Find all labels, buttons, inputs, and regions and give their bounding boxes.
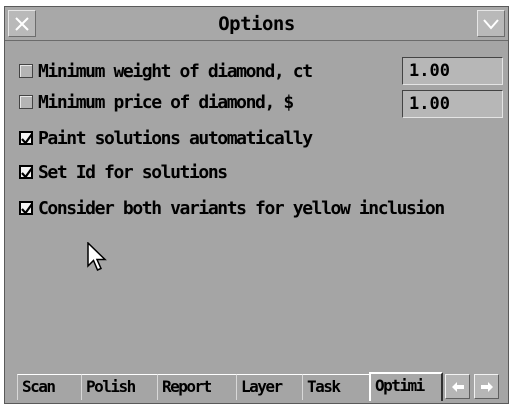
chevron-down-icon xyxy=(483,18,499,30)
tab-polish[interactable]: Polish xyxy=(81,374,158,400)
arrow-left-icon xyxy=(451,381,464,392)
tab-scroll-left-button[interactable] xyxy=(445,374,470,399)
option-paint-solutions[interactable]: Paint solutions automatically xyxy=(19,125,313,151)
checkmark-icon xyxy=(21,167,33,179)
set-id-checkbox[interactable] xyxy=(19,165,33,179)
min-weight-label: Minimum weight of diamond, ct xyxy=(38,60,313,82)
yellow-inclusion-checkbox[interactable] xyxy=(19,201,33,215)
set-id-label: Set Id for solutions xyxy=(38,161,228,183)
checkmark-icon xyxy=(21,133,33,145)
options-window: Options Minimum weight of diamond, ct 1.… xyxy=(4,6,509,404)
paint-solutions-checkbox[interactable] xyxy=(19,131,33,145)
tab-report[interactable]: Report xyxy=(157,374,237,400)
min-price-input[interactable]: 1.00 xyxy=(402,90,503,118)
tab-task[interactable]: Task xyxy=(302,374,370,400)
window-title: Options xyxy=(218,13,295,35)
checkmark-icon xyxy=(21,203,33,215)
min-price-checkbox[interactable] xyxy=(19,95,33,109)
option-min-price[interactable]: Minimum price of diamond, $ xyxy=(19,89,294,115)
option-yellow-inclusion[interactable]: Consider both variants for yellow inclus… xyxy=(19,195,445,221)
tab-layer[interactable]: Layer xyxy=(236,374,303,400)
yellow-inclusion-label: Consider both variants for yellow inclus… xyxy=(38,197,445,219)
min-price-label: Minimum price of diamond, $ xyxy=(38,91,294,113)
min-weight-checkbox[interactable] xyxy=(19,64,33,78)
arrow-right-icon xyxy=(480,381,493,392)
option-set-id[interactable]: Set Id for solutions xyxy=(19,159,228,185)
close-button[interactable] xyxy=(8,10,36,37)
min-weight-input[interactable]: 1.00 xyxy=(402,57,503,85)
mouse-pointer-icon xyxy=(87,242,107,271)
tab-bar: Scan Polish Report Layer Task Optimi xyxy=(17,371,505,401)
tab-scroll-right-button[interactable] xyxy=(474,374,499,399)
paint-solutions-label: Paint solutions automatically xyxy=(38,127,313,149)
title-bar: Options xyxy=(5,7,508,41)
close-icon xyxy=(15,16,29,31)
tab-optimi[interactable]: Optimi xyxy=(369,372,443,401)
option-min-weight[interactable]: Minimum weight of diamond, ct xyxy=(19,58,313,84)
tab-scan[interactable]: Scan xyxy=(17,374,82,400)
window-menu-button[interactable] xyxy=(477,10,505,37)
